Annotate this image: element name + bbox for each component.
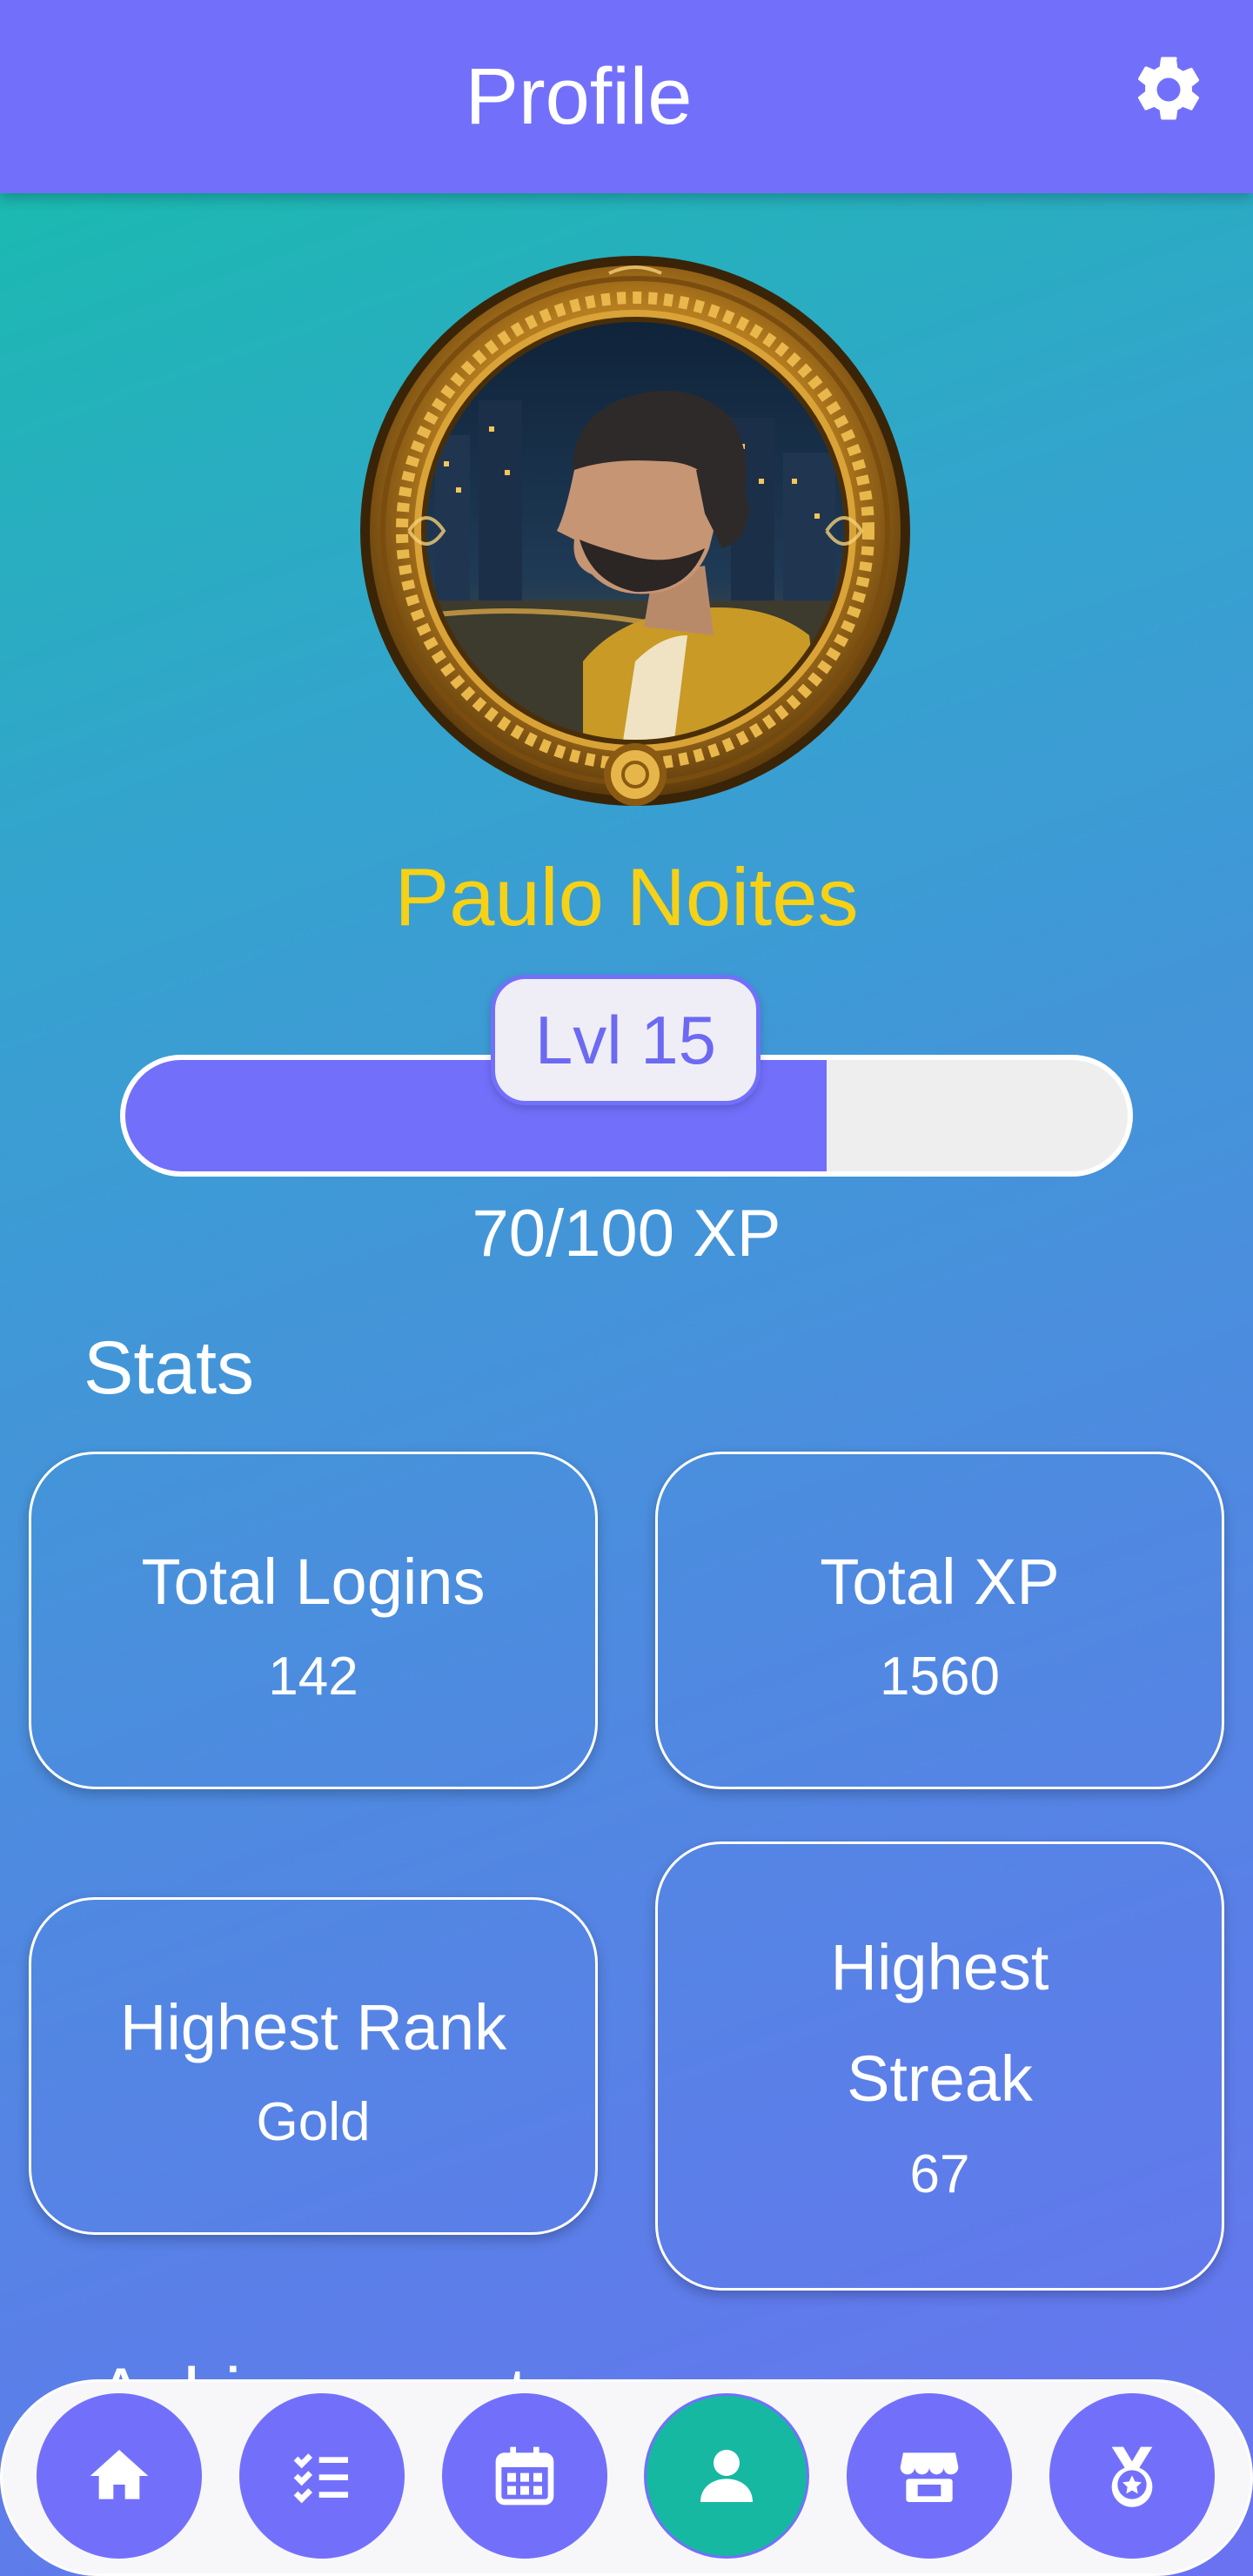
stat-label: Total Logins — [141, 1546, 486, 1618]
nav-tasks-button[interactable] — [239, 2393, 405, 2559]
stat-label: Highest Rank — [119, 1991, 507, 2063]
checklist-icon — [293, 2453, 348, 2504]
stat-value: 142 — [268, 1647, 358, 1707]
profile-name: Paulo Noites — [394, 851, 859, 943]
store-icon — [900, 2452, 959, 2502]
avatar[interactable] — [357, 252, 914, 818]
nav-store-button[interactable] — [847, 2393, 1012, 2559]
stat-value: Gold — [256, 2092, 371, 2152]
stat-value: 1560 — [880, 1647, 1000, 1707]
home-icon — [90, 2450, 149, 2499]
stat-label: Total XP — [820, 1546, 1060, 1618]
gear-icon[interactable] — [1129, 50, 1208, 129]
profile-icon — [700, 2450, 753, 2502]
xp-text: 70/100 XP — [472, 1197, 781, 1271]
nav-achievements-button[interactable] — [1049, 2393, 1215, 2559]
stat-label-line2: Streak — [847, 2043, 1033, 2115]
stat-card-highest-rank: Highest Rank Gold — [29, 1897, 598, 2235]
nav-profile-button[interactable] — [644, 2393, 809, 2559]
medal-icon — [1111, 2446, 1153, 2507]
page-title: Profile — [465, 52, 693, 141]
calendar-icon — [495, 2446, 554, 2506]
nav-calendar-button[interactable] — [442, 2393, 607, 2559]
stat-value: 67 — [909, 2144, 970, 2204]
app-bar: Profile — [0, 0, 1253, 193]
stat-label-line1: Highest — [830, 1931, 1049, 2003]
stats-heading: Stats — [84, 1326, 254, 1410]
stat-card-total-logins: Total Logins 142 — [29, 1452, 598, 1789]
stat-card-highest-streak: Highest Streak 67 — [655, 1841, 1224, 2291]
level-badge: Lvl 15 — [491, 975, 761, 1105]
nav-home-button[interactable] — [37, 2393, 202, 2559]
stat-card-total-xp: Total XP 1560 — [655, 1452, 1224, 1789]
